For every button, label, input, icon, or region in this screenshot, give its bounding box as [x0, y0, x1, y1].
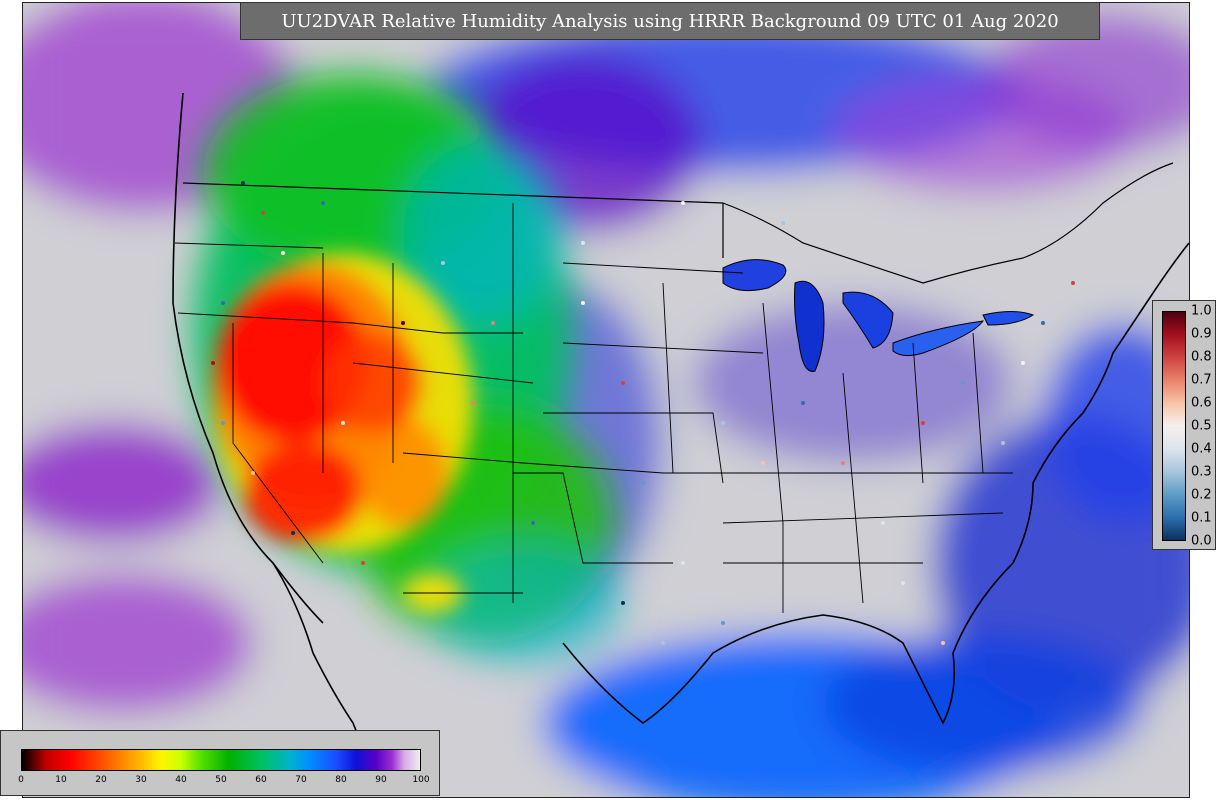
humidity-field [23, 3, 1189, 797]
rh-tick-label: 80 [335, 775, 347, 785]
rh-tick-label: 0 [18, 775, 24, 785]
relative-humidity-colorbar-gradient [21, 749, 421, 771]
rh-tick-label: 70 [295, 775, 307, 785]
obs-tick-label: 0.4 [1191, 441, 1212, 457]
rh-tick-label: 90 [375, 775, 387, 785]
observation-colorbar-gradient [1162, 311, 1186, 541]
relative-humidity-map [22, 2, 1190, 798]
obs-tick-label: 0.9 [1191, 326, 1212, 342]
rh-tick-label: 50 [215, 775, 227, 785]
map-title: UU2DVAR Relative Humidity Analysis using… [281, 10, 1059, 32]
rh-tick-label: 10 [55, 775, 67, 785]
rh-tick-label: 60 [255, 775, 267, 785]
obs-tick-label: 0.6 [1191, 395, 1212, 411]
observation-colorbar: 1.0 0.9 0.8 0.7 0.6 0.5 0.4 0.3 0.2 0.1 … [1152, 300, 1216, 550]
relative-humidity-colorbar: 0 10 20 30 40 50 60 70 80 90 100 [0, 730, 440, 796]
rh-tick-label: 30 [135, 775, 147, 785]
obs-tick-label: 0.7 [1191, 372, 1212, 388]
rh-tick-label: 100 [412, 775, 430, 785]
rh-tick-label: 20 [95, 775, 107, 785]
rh-tick-label: 40 [175, 775, 187, 785]
obs-tick-label: 1.0 [1191, 303, 1212, 319]
obs-tick-label: 0.1 [1191, 510, 1212, 526]
obs-tick-label: 0.2 [1191, 487, 1212, 503]
obs-tick-label: 0.0 [1191, 533, 1212, 549]
obs-tick-label: 0.3 [1191, 464, 1212, 480]
map-title-banner: UU2DVAR Relative Humidity Analysis using… [240, 2, 1100, 40]
obs-tick-label: 0.5 [1191, 418, 1212, 434]
obs-tick-label: 0.8 [1191, 349, 1212, 365]
